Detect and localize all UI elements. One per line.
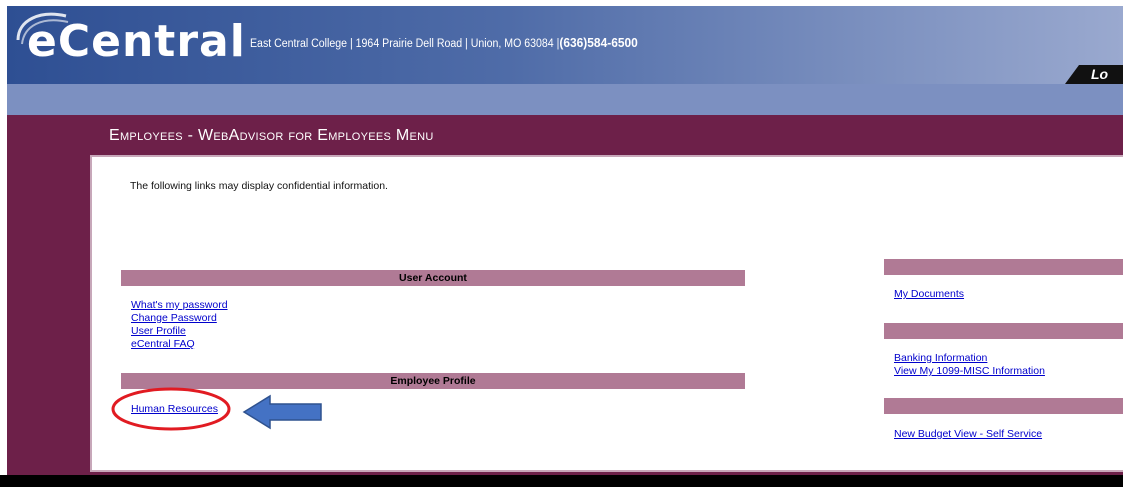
link-new-budget-view[interactable]: New Budget View - Self Service [894, 428, 1042, 440]
page-title: Employees - WebAdvisor for Employees Men… [109, 127, 434, 144]
link-user-profile[interactable]: User Profile [131, 325, 186, 337]
link-view-1099-misc[interactable]: View My 1099-MISC Information [894, 365, 1045, 377]
link-change-password[interactable]: Change Password [131, 312, 217, 324]
section-header-right-1 [884, 259, 1123, 275]
site-header: eCentral East Central College | 1964 Pra… [7, 6, 1123, 84]
section-header-right-2 [884, 323, 1123, 339]
college-address: East Central College | 1964 Prairie Dell… [250, 35, 638, 50]
logout-tab[interactable]: Lo [1065, 65, 1123, 84]
link-ecentral-faq[interactable]: eCentral FAQ [131, 338, 195, 350]
highlight-ellipse-icon [111, 387, 231, 431]
section-header-right-3 [884, 398, 1123, 414]
phone-number: (636)584-6500 [559, 35, 638, 50]
address-text: East Central College | 1964 Prairie Dell… [250, 38, 560, 50]
confidential-notice: The following links may display confiden… [130, 180, 388, 192]
header-subbar [7, 84, 1123, 115]
webadvisor-page: eCentral East Central College | 1964 Pra… [0, 0, 1123, 487]
logout-label: Lo [1091, 66, 1109, 82]
link-banking-information[interactable]: Banking Information [894, 352, 987, 364]
link-whats-my-password[interactable]: What's my password [131, 299, 228, 311]
brand-logo-text: eCentral [27, 16, 246, 67]
footer-bar [0, 475, 1123, 487]
section-header-user-account: User Account [121, 270, 745, 286]
left-arrow-icon [242, 394, 322, 430]
link-my-documents[interactable]: My Documents [894, 288, 964, 300]
